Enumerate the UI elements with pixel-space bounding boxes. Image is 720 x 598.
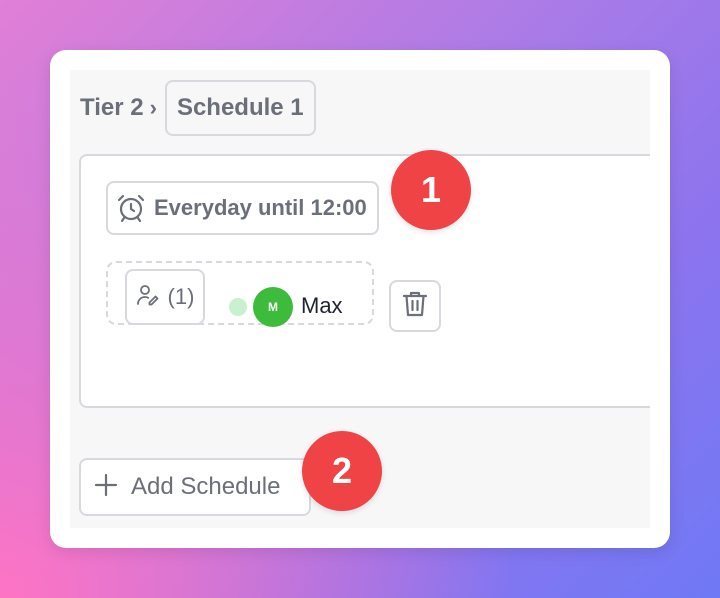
assignee-name: Max bbox=[301, 293, 343, 318]
add-schedule-label: Add Schedule bbox=[131, 473, 281, 500]
breadcrumb: Tier 2 › Schedule 1 bbox=[80, 80, 316, 136]
assignee-dropzone[interactable]: (1) M Max bbox=[106, 261, 374, 327]
breadcrumb-separator: › bbox=[149, 95, 157, 120]
step-marker-2: 2 bbox=[302, 431, 382, 511]
schedule-time-label: Everyday until 12:00 bbox=[154, 195, 367, 220]
assignee-count: (1) bbox=[167, 284, 195, 309]
user-edit-icon bbox=[136, 283, 160, 312]
alarm-clock-icon bbox=[116, 193, 146, 223]
schedule-box: Everyday until 12:00 (1) M Max bbox=[79, 154, 650, 408]
step-marker-1: 1 bbox=[391, 150, 471, 230]
assignee-count-button[interactable]: (1) bbox=[125, 269, 205, 325]
schedule-time-button[interactable]: Everyday until 12:00 bbox=[106, 181, 379, 235]
add-schedule-button[interactable]: Add Schedule bbox=[79, 458, 311, 516]
plus-icon bbox=[93, 472, 119, 503]
avatar: M bbox=[253, 287, 293, 327]
breadcrumb-schedule[interactable]: Schedule 1 bbox=[164, 80, 316, 136]
delete-schedule-button[interactable] bbox=[389, 280, 441, 332]
trash-icon bbox=[402, 290, 428, 323]
status-dot bbox=[229, 298, 247, 316]
breadcrumb-tier[interactable]: Tier 2 bbox=[80, 94, 144, 122]
